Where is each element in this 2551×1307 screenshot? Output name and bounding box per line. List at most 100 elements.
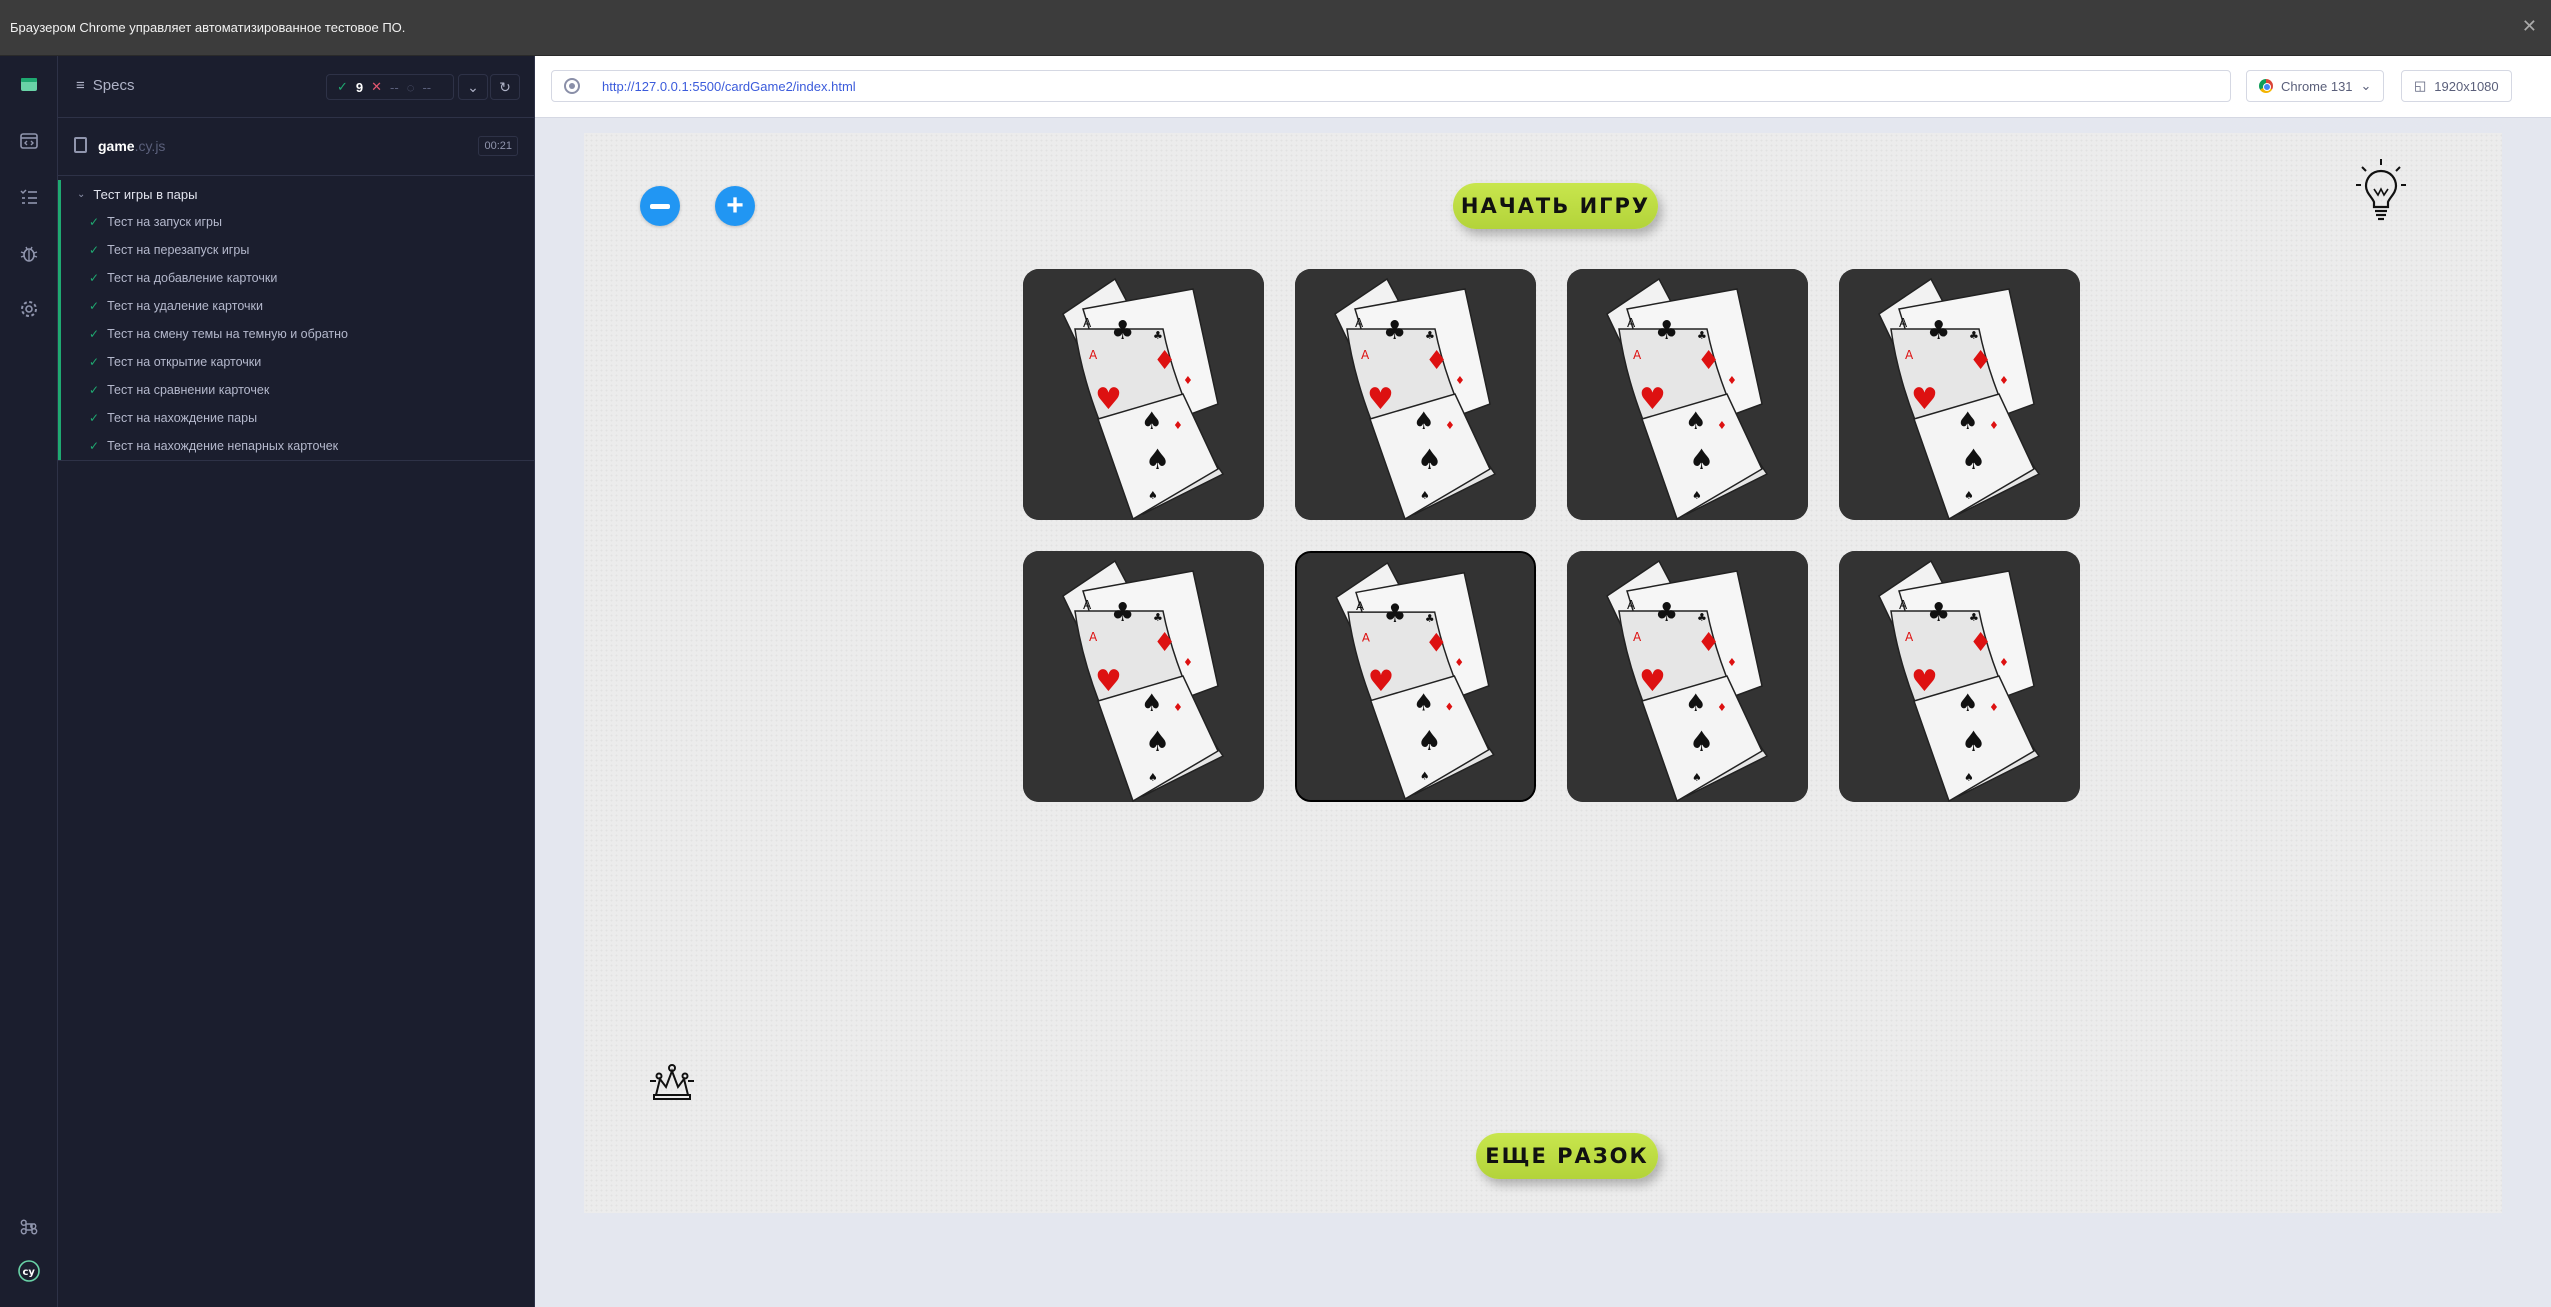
url-bar: http://127.0.0.1:5500/cardGame2/index.ht… [535,56,2551,118]
svg-text:♣: ♣ [1655,316,1678,346]
url-field[interactable]: http://127.0.0.1:5500/cardGame2/index.ht… [551,70,2231,102]
test-title: Тест на перезапуск игры [107,243,250,257]
card-back-image: ♣ ♦ ♥ ♠ ♠ A A ♣ ♦ ♦ ♠ [1839,269,2080,520]
game-card[interactable]: ♣ ♦ ♥ ♠ ♠ A A ♣ ♦ ♦ ♠ [1567,269,1808,520]
check-icon: ✓ [89,439,100,453]
svg-text:♦: ♦ [1445,700,1455,713]
svg-text:♦: ♦ [1697,346,1720,376]
theme-lightbulb-icon[interactable] [2354,157,2408,221]
remove-card-button[interactable] [640,186,680,226]
svg-text:♦: ♦ [1173,701,1183,714]
test-item[interactable]: ✓ Тест на перезапуск игры [61,236,534,264]
check-icon: ✓ [89,355,100,369]
check-icon: ✓ [89,299,100,313]
test-title: Тест на удаление карточки [107,299,263,313]
svg-text:A: A [1356,599,1364,613]
cypress-cy-icon[interactable]: cy [14,1256,44,1286]
restart-game-button[interactable]: ЕЩЕ РАЗОК [1476,1133,1658,1179]
spec-file-row[interactable]: game.cy.js 00:21 [58,118,534,176]
test-item[interactable]: ✓ Тест на добавление карточки [61,264,534,292]
svg-text:♠: ♠ [1685,407,1707,435]
svg-text:♣: ♣ [1969,611,1979,624]
failed-count: -- [390,79,399,95]
game-card[interactable]: ♣ ♦ ♥ ♠ ♠ A A ♣ ♦ ♦ ♠ [1295,551,1536,802]
app-under-test-area: http://127.0.0.1:5500/cardGame2/index.ht… [535,56,2551,1307]
game-card[interactable]: ♣ ♦ ♥ ♠ ♠ A A ♣ ♦ ♦ ♠ [1023,551,1264,802]
debug-icon[interactable] [14,238,44,268]
keyboard-shortcuts-icon[interactable] [14,1212,44,1242]
specs-header: ≡ Specs ✓ 9 ✕ -- ◌ -- ⌄ ↻ [58,56,534,118]
svg-text:♦: ♦ [1717,701,1727,714]
test-item[interactable]: ✓ Тест на запуск игры [61,208,534,236]
svg-text:♥: ♥ [1639,664,1666,699]
jester-hat-icon [650,1064,694,1100]
suite-title-row[interactable]: ⌄ Тест игры в пары [61,180,534,208]
svg-text:A: A [1083,598,1092,612]
card-back-image: ♣ ♦ ♥ ♠ ♠ A A ♣ ♦ ♦ ♠ [1023,551,1264,802]
rerun-button[interactable]: ↻ [490,74,520,100]
svg-text:♣: ♣ [1697,329,1707,342]
automation-infobar: Браузером Chrome управляет автоматизиров… [0,0,2551,56]
test-item[interactable]: ✓ Тест на нахождение непарных карточек [61,432,534,460]
minus-icon [650,203,670,209]
svg-text:♠: ♠ [1141,407,1163,435]
pending-count: -- [422,79,432,95]
svg-text:A: A [1361,348,1370,362]
chevron-down-icon[interactable]: ⌄ [458,74,488,100]
chrome-icon [2259,79,2273,93]
browser-name: Chrome 131 [2281,78,2353,94]
test-title: Тест на нахождение пары [107,411,258,425]
svg-text:♣: ♣ [1655,598,1678,628]
add-card-button[interactable]: + [715,186,755,226]
svg-text:♣: ♣ [1927,598,1950,628]
viewport-size-pill[interactable]: ◱ 1920x1080 [2401,70,2512,102]
card-back-image: ♣ ♦ ♥ ♠ ♠ A A ♣ ♦ ♦ ♠ [1839,551,2080,802]
svg-text:A: A [1362,631,1370,645]
runs-icon[interactable] [14,126,44,156]
svg-text:♠: ♠ [1420,489,1430,502]
svg-text:A: A [1627,316,1636,330]
selector-playground-icon[interactable] [564,78,580,94]
svg-text:♦: ♦ [1153,346,1176,376]
game-card[interactable]: ♣ ♦ ♥ ♠ ♠ A A ♣ ♦ ♦ ♠ [1839,551,2080,802]
game-card[interactable]: ♣ ♦ ♥ ♠ ♠ A A ♣ ♦ ♦ ♠ [1839,269,2080,520]
svg-text:♦: ♦ [1727,656,1737,669]
svg-text:♠: ♠ [1145,725,1170,758]
svg-text:♦: ♦ [1999,374,2009,387]
test-item[interactable]: ✓ Тест на сравнении карточек [61,376,534,404]
test-suite: ⌄ Тест игры в пары ✓ Тест на запуск игры … [58,180,534,460]
test-item[interactable]: ✓ Тест на нахождение пары [61,404,534,432]
svg-text:♣: ♣ [1383,316,1406,346]
svg-text:♠: ♠ [1413,688,1434,716]
game-card[interactable]: ♣ ♦ ♥ ♠ ♠ A A ♣ ♦ ♦ ♠ [1023,269,1264,520]
game-viewport: + НАЧАТЬ ИГРУ ♣ ♦ ♥ ♠ ♠ A A ♣ ♦ ♦ ♠ ♣ ♦ … [584,133,2502,1213]
card-back-image: ♣ ♦ ♥ ♠ ♠ A A ♣ ♦ ♦ ♠ [1297,553,1534,800]
svg-text:♦: ♦ [1183,656,1193,669]
start-game-button[interactable]: НАЧАТЬ ИГРУ [1453,183,1658,229]
test-item[interactable]: ✓ Тест на смену темы на темную и обратно [61,320,534,348]
svg-text:♦: ♦ [1455,374,1465,387]
spec-file-basename: game [98,138,135,154]
svg-text:♥: ♥ [1095,664,1122,699]
specs-list-icon[interactable] [14,182,44,212]
cypress-logo-icon[interactable] [14,70,44,100]
specs-title[interactable]: ≡ Specs [76,77,134,94]
test-title: Тест на добавление карточки [107,271,278,285]
svg-text:♥: ♥ [1911,664,1938,699]
settings-icon[interactable] [14,294,44,324]
svg-text:A: A [1633,348,1642,362]
svg-text:♦: ♦ [1183,374,1193,387]
close-icon[interactable]: ✕ [2522,17,2537,35]
test-item[interactable]: ✓ Тест на открытие карточки [61,348,534,376]
browser-selector[interactable]: Chrome 131 ⌄ [2246,70,2385,102]
test-item[interactable]: ✓ Тест на удаление карточки [61,292,534,320]
svg-text:♥: ♥ [1639,382,1666,417]
game-card[interactable]: ♣ ♦ ♥ ♠ ♠ A A ♣ ♦ ♦ ♠ [1567,551,1808,802]
svg-text:♦: ♦ [1153,628,1176,658]
test-stats: ✓ 9 ✕ -- ◌ -- [326,74,454,100]
svg-text:♠: ♠ [1689,443,1714,476]
svg-text:A: A [1899,598,1908,612]
game-card[interactable]: ♣ ♦ ♥ ♠ ♠ A A ♣ ♦ ♦ ♠ [1295,269,1536,520]
suite-title: Тест игры в пары [93,186,198,202]
svg-text:♠: ♠ [1961,443,1986,476]
